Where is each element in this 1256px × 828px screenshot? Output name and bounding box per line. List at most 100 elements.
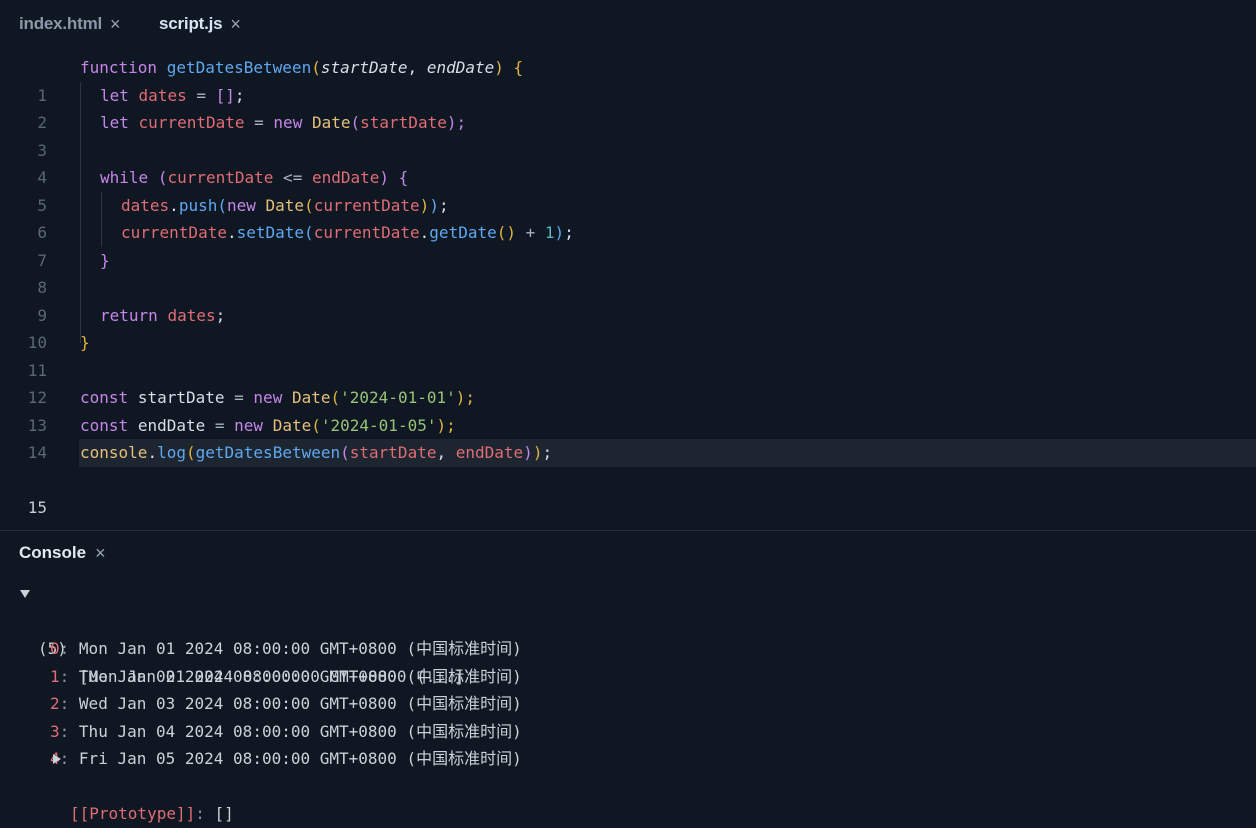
console-entry[interactable]: 4: Fri Jan 05 2024 08:00:00 GMT+0800 (中国… <box>0 718 1256 768</box>
code-text: let currentDate = new Date(startDate); <box>100 109 466 137</box>
code-text: dates.push(new Date(currentDate)); <box>121 192 449 220</box>
tab-script-js[interactable]: script.js × <box>159 12 241 36</box>
tab-label: script.js <box>159 14 223 33</box>
token: ( <box>311 58 321 77</box>
code-text: let dates = []; <box>100 82 245 110</box>
token: let <box>100 113 129 132</box>
token: '2024-01-01' <box>340 388 456 407</box>
code-line[interactable]: 2 let dates = []; <box>0 82 1256 133</box>
expand-triangle-right-icon[interactable] <box>53 754 61 764</box>
token: new <box>273 113 303 132</box>
console-tab[interactable]: Console × <box>19 542 106 564</box>
code-line[interactable]: 1 function getDatesBetween(startDate, en… <box>0 54 1256 105</box>
token: while <box>100 168 149 187</box>
token: ; <box>438 195 449 215</box>
token: ; <box>234 85 245 105</box>
code-line[interactable]: 9 <box>0 274 1256 325</box>
code-line[interactable]: 5 while (currentDate <= endDate) { <box>0 164 1256 215</box>
token: ) <box>532 443 543 462</box>
token: ( <box>304 223 314 242</box>
token: Date <box>272 415 312 435</box>
code-line[interactable]: 8 } <box>0 247 1256 298</box>
code-line[interactable]: 10 return dates; <box>0 302 1256 353</box>
line-number: 15 <box>27 498 47 517</box>
token: startDate <box>320 58 408 77</box>
code-line[interactable]: 12 <box>0 357 1256 407</box>
console-entry[interactable]: 2: Wed Jan 03 2024 08:00:00 GMT+0800 (中国… <box>0 663 1256 713</box>
code-text: return dates; <box>100 302 225 330</box>
code-line[interactable]: 7 currentDate.setDate(currentDate.getDat… <box>0 219 1256 270</box>
token: ); <box>446 113 467 132</box>
code-text: const endDate = new Date('2024-01-05'); <box>80 412 456 440</box>
tab-index-html[interactable]: index.html × <box>19 12 121 36</box>
code-text: const startDate = new Date('2024-01-01')… <box>80 384 475 412</box>
code-editor[interactable]: 1 function getDatesBetween(startDate, en… <box>0 54 1256 517</box>
token: () <box>496 223 516 242</box>
code-line[interactable]: 13 const startDate = new Date('2024-01-0… <box>0 384 1256 435</box>
token: ; <box>542 443 553 462</box>
close-icon[interactable]: × <box>95 543 106 564</box>
token: return <box>100 305 158 325</box>
token: = <box>224 388 254 407</box>
code-line[interactable]: 14 const endDate = new Date('2024-01-05'… <box>0 412 1256 463</box>
console-prototype[interactable]: [[Prototype]]: [] <box>0 745 1256 823</box>
panel-divider[interactable] <box>0 530 1256 531</box>
token: Date <box>265 195 305 215</box>
token: currentDate <box>167 168 274 187</box>
token: ) <box>494 58 504 77</box>
code-text: console.log(getDatesBetween(startDate, e… <box>80 439 552 467</box>
token: dates <box>138 85 187 105</box>
code-line[interactable]: 3 let currentDate = new Date(startDate); <box>0 109 1256 160</box>
token: ; <box>564 223 574 242</box>
token: } <box>100 250 110 270</box>
token: { <box>398 168 409 187</box>
token: ( <box>340 443 350 462</box>
token: } <box>80 333 90 352</box>
token: ( <box>330 388 341 407</box>
code-line[interactable]: 4 <box>0 137 1256 187</box>
code-line[interactable]: 11 } <box>0 329 1256 380</box>
token: ); <box>436 415 456 435</box>
token: new <box>234 415 264 435</box>
token: , <box>436 443 456 462</box>
token: function <box>80 58 158 77</box>
token: ( <box>217 195 227 215</box>
token: Date <box>311 113 351 132</box>
console-entry[interactable]: 3: Thu Jan 04 2024 08:00:00 GMT+0800 (中国… <box>0 690 1256 741</box>
token: log <box>157 443 186 462</box>
token: <= <box>273 168 312 187</box>
token: . <box>147 443 158 462</box>
console-entry[interactable]: 1: Tue Jan 02 2024 08:00:00 GMT+0800 (中国… <box>0 635 1256 686</box>
token: currentDate <box>313 195 420 215</box>
token: endDate <box>455 443 524 462</box>
token: = <box>186 85 216 105</box>
console-title: Console <box>19 543 87 562</box>
token: = <box>244 113 274 132</box>
token: 1 <box>544 223 555 242</box>
close-icon[interactable]: × <box>230 14 241 35</box>
token: startDate <box>349 443 437 462</box>
token: endDate <box>426 58 495 77</box>
console-array-summary[interactable]: (5) [Mon Jan 01 2024 08:00:00 GMT+0800 (… <box>0 580 1256 686</box>
tab-bar: index.html × script.js × <box>0 0 1256 46</box>
code-line[interactable]: 6 dates.push(new Date(currentDate)); <box>0 192 1256 243</box>
token: ( <box>350 113 361 132</box>
token: push <box>178 195 218 215</box>
token: currentDate <box>313 223 420 242</box>
console-entry[interactable]: 0: Mon Jan 01 2024 08:00:00 GMT+0800 (中国… <box>0 608 1256 658</box>
prototype-key: [[Prototype]] <box>70 804 196 823</box>
expand-triangle-down-icon[interactable] <box>20 590 30 598</box>
token: const <box>80 415 129 435</box>
close-icon[interactable]: × <box>110 14 121 35</box>
token: ) <box>523 443 533 462</box>
token: ( <box>185 443 196 462</box>
code-line-active[interactable]: 15 console.log(getDatesBetween(startDate… <box>0 439 1256 517</box>
